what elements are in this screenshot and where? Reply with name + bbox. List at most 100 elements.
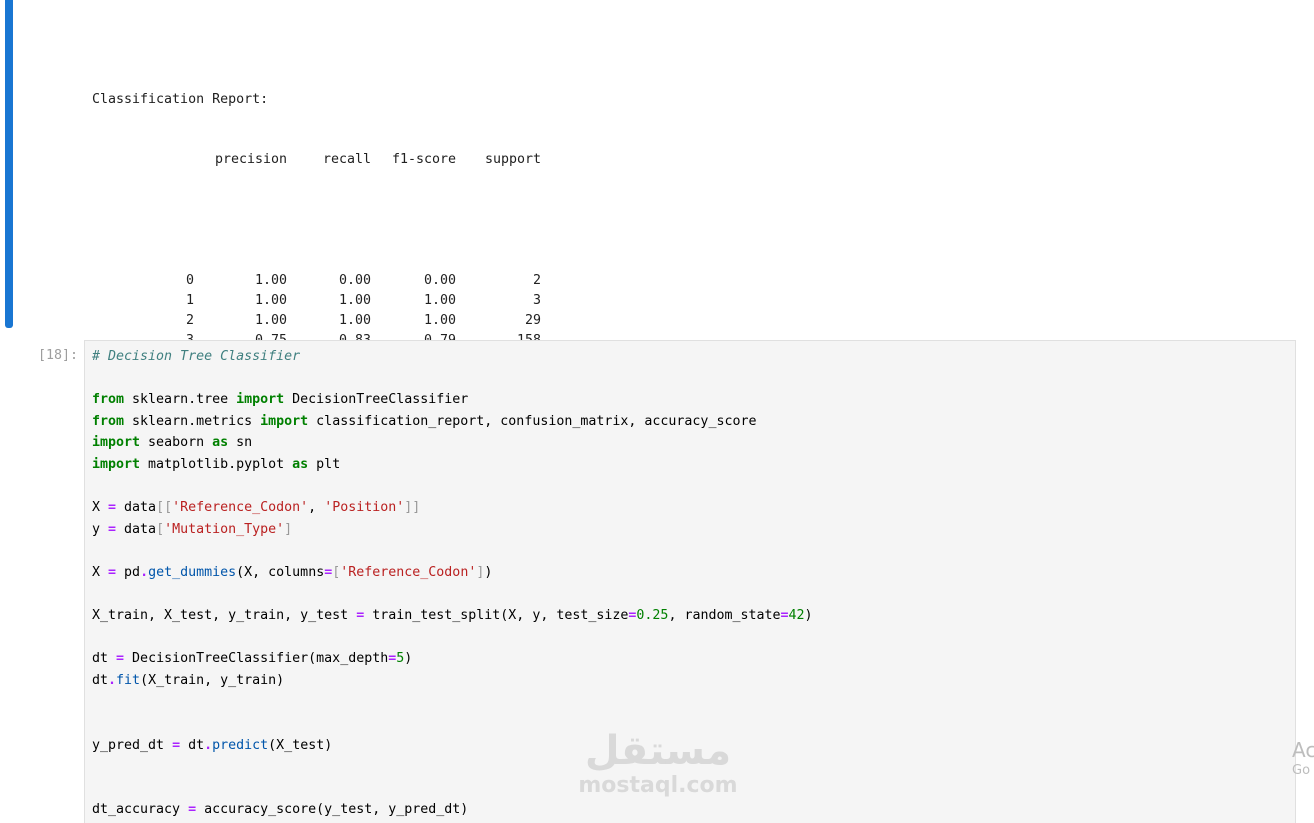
code-token: (X, columns bbox=[236, 564, 325, 580]
code-token: 'Reference_Codon' bbox=[172, 500, 309, 516]
code-token: import bbox=[260, 413, 309, 429]
cell-label: 1 bbox=[185, 293, 194, 309]
code-line[interactable]: import matplotlib.pyplot as plt bbox=[92, 454, 813, 476]
code-token: seaborn bbox=[140, 435, 213, 451]
code-line[interactable]: y = data['Mutation_Type'] bbox=[92, 519, 813, 541]
notebook-page: Classification Report: precision recall … bbox=[0, 0, 1314, 823]
code-token: 0.25 bbox=[636, 608, 669, 624]
header-f1: f1-score bbox=[391, 152, 456, 168]
code-token: dt bbox=[180, 737, 205, 753]
mostaql-watermark: مستقل mostaql.com bbox=[577, 728, 739, 798]
cell-label: 0 bbox=[185, 272, 194, 288]
watermark-arabic: مستقل bbox=[584, 728, 732, 774]
cell-precision: 1.00 bbox=[254, 293, 287, 309]
code-token: data bbox=[116, 521, 157, 537]
code-token: dt_accuracy bbox=[92, 802, 189, 818]
code-token: DecisionTreeClassifier(max_depth bbox=[124, 651, 389, 667]
code-token: X_train, X_test, y_train, y_test bbox=[92, 608, 357, 624]
cell-label: 2 bbox=[185, 313, 194, 329]
code-line[interactable] bbox=[92, 692, 813, 714]
code-token: dt bbox=[92, 672, 109, 688]
code-token: 42 bbox=[788, 608, 805, 624]
header-precision: precision bbox=[214, 152, 287, 168]
code-token: y_pred_dt bbox=[92, 737, 173, 753]
code-token: plt bbox=[308, 456, 341, 472]
code-token: ) bbox=[404, 651, 413, 667]
code-token: , bbox=[308, 500, 325, 516]
code-token: = bbox=[172, 737, 181, 753]
code-line[interactable]: dt.fit(X_train, y_train) bbox=[92, 670, 813, 692]
code-token: = bbox=[356, 608, 365, 624]
code-token: fit bbox=[116, 672, 141, 688]
code-token: classification_report, confusion_matrix,… bbox=[308, 413, 757, 429]
code-token: . bbox=[108, 672, 117, 688]
code-token: (X_test) bbox=[268, 737, 333, 753]
report-header: precision recall f1-score support bbox=[92, 150, 562, 170]
code-line[interactable]: X = data[['Reference_Codon', 'Position']… bbox=[92, 497, 813, 519]
code-token: , random_state bbox=[668, 608, 781, 624]
code-token: get_dummies bbox=[148, 564, 237, 580]
code-token: import bbox=[92, 456, 141, 472]
code-token: y bbox=[92, 521, 109, 537]
code-token: sn bbox=[228, 435, 253, 451]
code-token: . bbox=[204, 737, 213, 753]
activate-windows-hint: Ac Go bbox=[1292, 738, 1314, 778]
code-token: from bbox=[92, 413, 125, 429]
code-line[interactable]: from sklearn.metrics import classificati… bbox=[92, 411, 813, 433]
output-collapser-bar[interactable] bbox=[5, 0, 13, 328]
header-recall: recall bbox=[322, 152, 371, 168]
code-token: = bbox=[188, 802, 197, 818]
code-line[interactable] bbox=[92, 540, 813, 562]
code-token: X bbox=[92, 564, 109, 580]
cell-support: 29 bbox=[524, 313, 541, 329]
code-token: ]] bbox=[404, 500, 421, 516]
report-row: 1 1.00 1.00 1.00 3 bbox=[92, 291, 562, 311]
code-line[interactable] bbox=[92, 476, 813, 498]
code-token: . bbox=[140, 564, 149, 580]
code-token: matplotlib.pyplot bbox=[140, 456, 293, 472]
code-token: [ bbox=[156, 521, 165, 537]
code-token: = bbox=[108, 500, 117, 516]
code-line[interactable]: # Decision Tree Classifier bbox=[92, 346, 813, 368]
report-row: 0 1.00 0.00 0.00 2 bbox=[92, 271, 562, 291]
cell-f1: 1.00 bbox=[423, 313, 456, 329]
code-token: X bbox=[92, 500, 109, 516]
code-token: = bbox=[780, 608, 789, 624]
code-token: train_test_split(X, y, test_size bbox=[364, 608, 629, 624]
code-line[interactable] bbox=[92, 627, 813, 649]
code-token: (X_train, y_train) bbox=[140, 672, 285, 688]
header-support: support bbox=[484, 152, 541, 168]
code-token: predict bbox=[212, 737, 269, 753]
cell-support: 3 bbox=[532, 293, 541, 309]
code-token: = bbox=[108, 521, 117, 537]
code-line[interactable]: X = pd.get_dummies(X, columns=['Referenc… bbox=[92, 562, 813, 584]
code-line[interactable]: dt_accuracy = accuracy_score(y_test, y_p… bbox=[92, 799, 813, 821]
code-token: as bbox=[292, 456, 309, 472]
cell-f1: 0.00 bbox=[423, 272, 456, 288]
code-line[interactable]: from sklearn.tree import DecisionTreeCla… bbox=[92, 389, 813, 411]
code-token: 'Reference_Codon' bbox=[340, 564, 477, 580]
code-token: 'Position' bbox=[324, 500, 405, 516]
code-token: ) bbox=[804, 608, 813, 624]
code-token: = bbox=[116, 651, 125, 667]
code-line[interactable]: dt = DecisionTreeClassifier(max_depth=5) bbox=[92, 648, 813, 670]
code-line[interactable]: import seaborn as sn bbox=[92, 432, 813, 454]
watermark-latin: mostaql.com bbox=[578, 773, 738, 798]
code-token: as bbox=[212, 435, 229, 451]
cell-prompt: [18]: bbox=[37, 348, 78, 363]
code-token: pd bbox=[116, 564, 141, 580]
report-title: Classification Report: bbox=[92, 91, 269, 107]
code-token: sklearn.tree bbox=[124, 392, 237, 408]
code-token: sklearn.metrics bbox=[124, 413, 261, 429]
cell-precision: 1.00 bbox=[254, 272, 287, 288]
code-token: [[ bbox=[156, 500, 173, 516]
code-line[interactable] bbox=[92, 584, 813, 606]
code-token: DecisionTreeClassifier bbox=[284, 392, 469, 408]
code-line[interactable]: X_train, X_test, y_train, y_test = train… bbox=[92, 605, 813, 627]
code-line[interactable] bbox=[92, 368, 813, 390]
code-token: ) bbox=[484, 564, 493, 580]
cell-recall: 1.00 bbox=[338, 313, 371, 329]
cell-recall: 1.00 bbox=[338, 293, 371, 309]
code-token: data bbox=[116, 500, 157, 516]
code-token: # Decision Tree Classifier bbox=[92, 349, 301, 364]
